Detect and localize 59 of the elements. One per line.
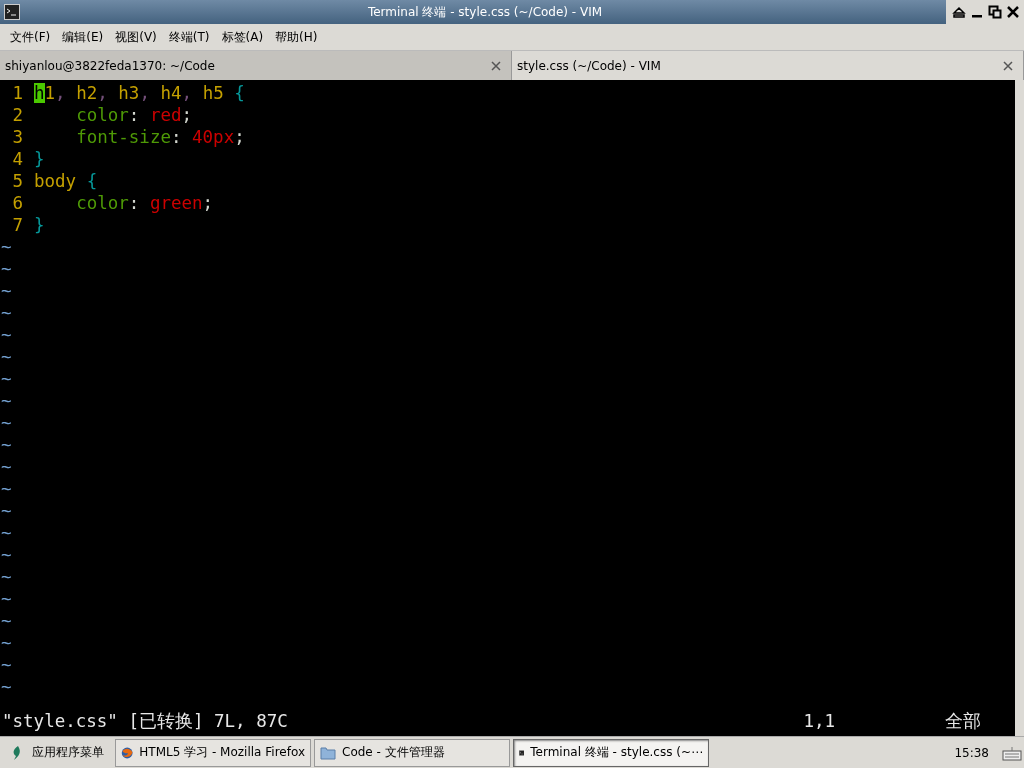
empty-line-marker: ~: [0, 676, 12, 698]
maximize-icon[interactable]: [988, 5, 1002, 19]
clock: 15:38: [954, 745, 989, 760]
status-message: "style.css" [已转换] 7L, 87C: [2, 710, 288, 733]
empty-line-marker: ~: [0, 412, 12, 434]
line-number: 1: [11, 82, 24, 104]
menu-item[interactable]: 帮助(H): [269, 28, 324, 46]
tab[interactable]: shiyanlou@3822feda1370: ~/Code: [0, 51, 512, 80]
empty-line-marker: ~: [0, 236, 12, 258]
code-line: body {: [34, 170, 98, 192]
empty-line-marker: ~: [0, 566, 12, 588]
menu-item[interactable]: 标签(A): [215, 28, 270, 46]
line-number: 7: [11, 214, 24, 236]
empty-line-marker: ~: [0, 346, 12, 368]
empty-line-marker: ~: [0, 632, 12, 654]
code-line: }: [34, 148, 45, 170]
line-number: 6: [11, 192, 24, 214]
empty-line-marker: ~: [0, 522, 12, 544]
empty-line-marker: ~: [0, 368, 12, 390]
folder-icon: [320, 745, 336, 760]
code-line: }: [34, 214, 45, 236]
taskbar-button[interactable]: Terminal 终端 - style.css (~⋯: [513, 738, 709, 767]
empty-line-marker: ~: [0, 324, 12, 346]
empty-line-marker: ~: [0, 280, 12, 302]
empty-line-marker: ~: [0, 610, 12, 632]
empty-line-marker: ~: [0, 544, 12, 566]
tab-label: style.css (~/Code) - VIM: [517, 58, 662, 73]
menu-item[interactable]: 视图(V): [109, 28, 163, 46]
taskbar-button[interactable]: HTML5 学习 - Mozilla Firefox: [115, 738, 311, 767]
line-number: 4: [11, 148, 24, 170]
eject-icon[interactable]: [952, 5, 966, 19]
menu-item[interactable]: 编辑(E): [56, 28, 110, 46]
empty-line-marker: ~: [0, 500, 12, 522]
empty-line-marker: ~: [0, 456, 12, 478]
empty-line-marker: ~: [0, 588, 12, 610]
menu-item[interactable]: 终端(T): [162, 28, 216, 46]
empty-line-marker: ~: [0, 654, 12, 676]
menu-item[interactable]: 文件(F): [4, 28, 57, 46]
scrollbar[interactable]: [1015, 80, 1024, 736]
tab-label: shiyanlou@3822feda1370: ~/Code: [5, 58, 216, 73]
terminal-icon: [4, 4, 20, 20]
taskbar-button[interactable]: Code - 文件管理器: [314, 738, 510, 767]
scroll-position: 全部: [945, 710, 981, 733]
empty-line-marker: ~: [0, 478, 12, 500]
code-line: font-size: 40px;: [75, 126, 245, 148]
line-number: 2: [11, 104, 24, 126]
code-line: h1, h2, h3, h4, h5 {: [34, 82, 245, 104]
code-line: color: green;: [75, 192, 214, 214]
empty-line-marker: ~: [0, 302, 12, 324]
empty-line-marker: ~: [0, 390, 12, 412]
cursor-position: 1,1: [803, 711, 835, 731]
code-line: color: red;: [75, 104, 193, 126]
start-menu-button[interactable]: 应用程序菜单: [2, 738, 112, 767]
line-number: 5: [11, 170, 24, 192]
empty-line-marker: ~: [0, 434, 12, 456]
line-number: 3: [11, 126, 24, 148]
close-icon[interactable]: [1006, 5, 1020, 19]
empty-line-marker: ~: [0, 258, 12, 280]
window-title: Terminal 终端 - style.css (~/Code) - VIM: [366, 3, 604, 21]
